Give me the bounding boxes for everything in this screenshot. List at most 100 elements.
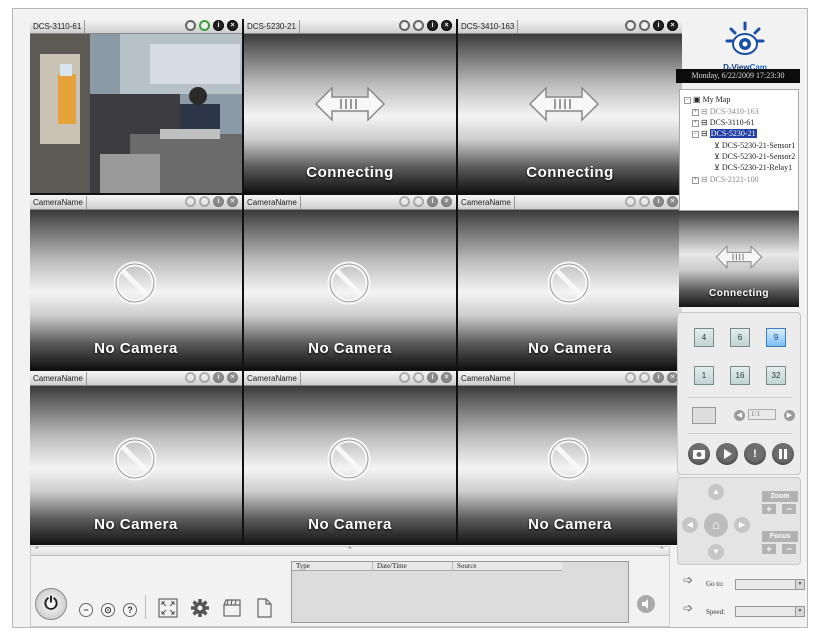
ptz-icon[interactable] [639,372,650,383]
pan-right-button[interactable]: ▶ [734,517,750,533]
layout-6-button[interactable]: 6 [730,328,750,347]
volume-button[interactable] [637,595,655,613]
layout-9-button[interactable]: 9 [766,328,786,347]
column-source[interactable]: Source [452,562,562,571]
layout-16-button[interactable]: 16 [730,366,750,385]
camera-icon: ⊟ [701,107,708,116]
close-icon[interactable]: × [441,196,452,207]
tree-item-sensor[interactable]: ⊻ DCS-5230-21-Sensor1 [714,141,795,151]
camera-view[interactable]: CameraName i × No Camera [458,195,682,369]
info-icon[interactable]: i [653,196,664,207]
event-log-table[interactable]: Type Date/Time Source [291,561,629,623]
tree-item-camera-selected[interactable]: − ⊟ DCS-5230-21 [692,129,757,139]
info-icon[interactable]: i [213,372,224,383]
previous-page-button[interactable]: ◀ [734,410,745,421]
camera-view[interactable]: DCS-5230-21 i × Connecting [244,19,456,193]
ptz-icon[interactable] [413,196,424,207]
info-icon[interactable]: i [653,372,664,383]
focus-far-button[interactable]: − [782,544,796,554]
ptz-icon[interactable] [639,20,650,31]
tree-item-camera[interactable]: + ⊟ DCS-2121-100 [692,175,759,185]
sequence-icon[interactable] [692,407,716,424]
camera-view[interactable]: DCS-3410-163 i × Connecting [458,19,682,193]
fullscreen-button[interactable] [157,597,179,619]
page-indicator: 1/1 [748,409,776,420]
recording-playback-button[interactable] [221,597,243,619]
close-icon[interactable]: × [441,20,452,31]
info-icon[interactable]: i [427,20,438,31]
layout-4-button[interactable]: 4 [694,328,714,347]
settings-button[interactable] [189,597,211,619]
close-icon[interactable]: × [667,196,678,207]
camera-view[interactable]: CameraName i × No Camera [30,195,242,369]
column-type[interactable]: Type [292,562,372,571]
speed-select[interactable]: ▼ [735,606,805,617]
record-icon[interactable] [185,20,196,31]
record-icon[interactable]: ⊙ [101,603,115,617]
report-button[interactable] [253,597,275,619]
camera-display: No Camera [30,386,242,545]
camera-view[interactable]: CameraName i × No Camera [30,371,242,545]
record-icon[interactable] [625,196,636,207]
ptz-icon[interactable] [639,196,650,207]
ptz-icon[interactable] [199,372,210,383]
ptz-icon[interactable] [413,20,424,31]
bottom-toolbar: ⌃ ⌃ ⌃ ⏻ − ⊙ ? Type Date/Time Source [30,546,670,627]
record-icon[interactable] [399,372,410,383]
tree-item-camera[interactable]: + ⊟ DCS-3410-163 [692,107,759,117]
record-icon[interactable] [625,20,636,31]
pan-up-button[interactable]: ▲ [708,484,724,500]
info-icon[interactable]: i [427,372,438,383]
record-icon[interactable] [185,196,196,207]
info-icon[interactable]: i [213,20,224,31]
pan-down-button[interactable]: ▼ [708,544,724,560]
layout-1-button[interactable]: 1 [694,366,714,385]
next-page-button[interactable]: ▶ [784,410,795,421]
tree-item-relay[interactable]: ⊻ DCS-5230-21-Relay1 [714,163,792,173]
record-icon[interactable] [185,372,196,383]
camera-view[interactable]: CameraName i × No Camera [244,195,456,369]
tree-item-camera[interactable]: + ⊟ DCS-3110-61 [692,118,754,128]
tree-root[interactable]: − ▣ My Map [684,95,730,105]
info-icon[interactable]: i [653,20,664,31]
tree-item-sensor[interactable]: ⊻ DCS-5230-21-Sensor2 [714,152,795,162]
layout-32-button[interactable]: 32 [766,366,786,385]
no-camera-icon [547,261,591,305]
camera-view[interactable]: DCS-3110-61 i × [30,19,242,193]
record-icon[interactable] [399,196,410,207]
info-icon[interactable]: i [427,196,438,207]
zoom-out-button[interactable]: − [782,504,796,514]
column-datetime[interactable]: Date/Time [372,562,452,571]
close-icon[interactable]: × [441,372,452,383]
close-icon[interactable]: × [227,372,238,383]
close-icon[interactable]: × [227,20,238,31]
help-button[interactable]: ? [123,603,137,617]
pause-button[interactable] [772,443,794,465]
focus-near-button[interactable]: + [762,544,776,554]
close-icon[interactable]: × [667,20,678,31]
minimize-button[interactable]: − [79,603,93,617]
ptz-home-button[interactable]: ⌂ [704,513,728,537]
camera-status-text: No Camera [308,516,392,533]
ptz-icon[interactable] [199,196,210,207]
camera-name: CameraName [247,196,301,209]
collapse-strip[interactable]: ⌃ ⌃ ⌃ [31,547,669,556]
camera-display: No Camera [244,210,456,369]
record-icon[interactable] [399,20,410,31]
playback-button[interactable] [716,443,738,465]
goto-select[interactable]: ▼ [735,579,805,590]
pan-left-button[interactable]: ◀ [682,517,698,533]
snapshot-button[interactable] [688,443,710,465]
zoom-in-button[interactable]: + [762,504,776,514]
alert-button[interactable]: ! [744,443,766,465]
camera-name: DCS-3410-163 [461,20,519,33]
camera-view[interactable]: CameraName i × No Camera [244,371,456,545]
power-button[interactable]: ⏻ [35,588,67,620]
camera-view[interactable]: CameraName i × No Camera [458,371,682,545]
no-camera-icon [327,437,371,481]
record-icon[interactable] [625,372,636,383]
info-icon[interactable]: i [213,196,224,207]
ptz-icon[interactable] [199,20,210,31]
ptz-icon[interactable] [413,372,424,383]
close-icon[interactable]: × [227,196,238,207]
